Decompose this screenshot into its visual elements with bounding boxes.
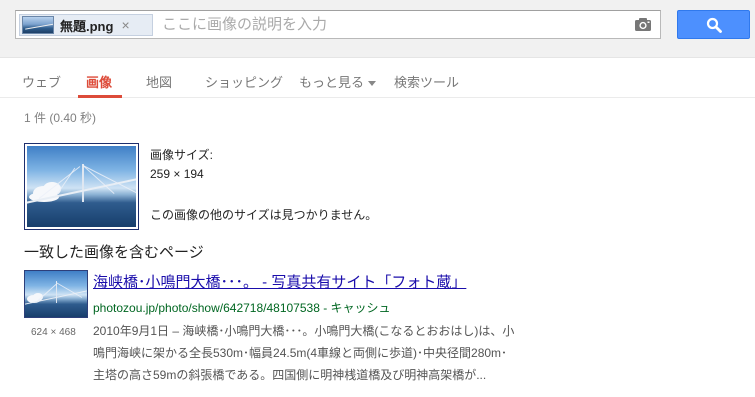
search-icon: [706, 17, 722, 33]
active-tab-indicator: [78, 95, 122, 98]
close-icon[interactable]: ×: [121, 17, 129, 33]
tab-search-tools[interactable]: 検索ツール: [394, 72, 459, 91]
search-tabs: ウェブ 画像 地図 ショッピング もっと見る 検索ツール: [0, 60, 755, 98]
tab-more[interactable]: もっと見る: [299, 72, 377, 91]
search-box[interactable]: 無題.png ×: [15, 10, 661, 39]
caret-down-icon: [368, 81, 377, 87]
result-stats: 1 件 (0.40 秒): [24, 111, 97, 125]
result-url-separator: -: [319, 301, 331, 315]
image-query-chip: 無題.png ×: [19, 14, 153, 36]
result-title-link[interactable]: 海峡橋･小鳴門大橋･･･。 - 写真共有サイト「フォト蔵」: [93, 271, 466, 292]
chip-thumbnail: [22, 16, 54, 34]
tab-web[interactable]: ウェブ: [22, 72, 61, 91]
result-snippet-line: 主塔の高さ59mの斜張橋である。四国側に明神桟道橋及び明神高架橋が...: [93, 368, 487, 382]
tab-more-label: もっと見る: [299, 75, 365, 90]
section-heading: 一致した画像を含むページ: [24, 244, 204, 261]
image-size-value: 259 × 194: [150, 167, 204, 181]
query-image-thumbnail[interactable]: [24, 143, 139, 230]
tab-shopping[interactable]: ショッピング: [205, 72, 283, 91]
search-header: 無題.png ×: [0, 0, 755, 58]
result-url: photozou.jp/photo/show/642718/48107538: [93, 301, 320, 315]
no-other-sizes-message: この画像の他のサイズは見つかりません。: [150, 208, 378, 222]
result-url-line: photozou.jp/photo/show/642718/48107538 -…: [93, 299, 391, 316]
search-button[interactable]: [677, 10, 750, 39]
search-input[interactable]: [158, 11, 628, 38]
result-thumbnail[interactable]: [24, 270, 88, 318]
bridge-photo: [27, 146, 136, 227]
chip-filename: 無題.png: [60, 18, 114, 34]
tab-images[interactable]: 画像: [86, 72, 112, 91]
result-snippet-line: 鳴門海峡に架かる全長530m･幅員24.5m(4車線と両側に歩道)･中央径間28…: [93, 346, 508, 360]
result-snippet-line: 2010年9月1日 – 海峡橋･小鳴門大橋･･･。小鳴門大橋(こなるとおおはし)…: [93, 324, 515, 338]
image-size-label: 画像サイズ:: [150, 148, 213, 162]
cache-link[interactable]: キャッシュ: [331, 301, 391, 315]
result-image-dimensions: 624 × 468: [31, 327, 76, 338]
camera-icon[interactable]: [634, 17, 652, 32]
tab-maps[interactable]: 地図: [146, 72, 172, 91]
